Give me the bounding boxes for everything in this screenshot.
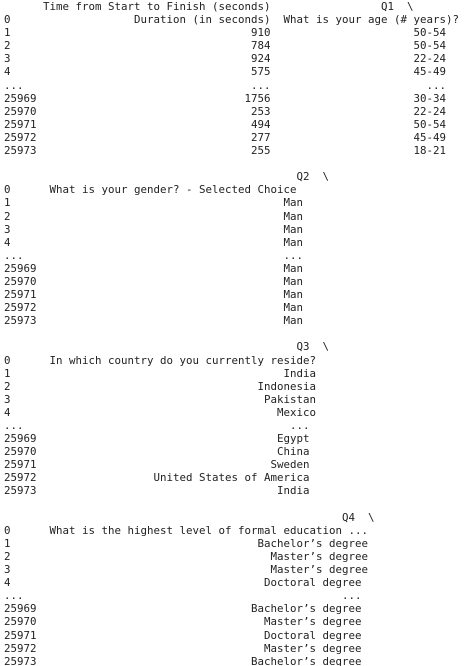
output-line: 25972 Man — [4, 301, 304, 315]
output-line: 4 Doctoral degree — [4, 576, 362, 590]
output-line: 2 Man — [4, 209, 304, 223]
column-block-q4: Q4 \ 0 What is the highest level of form… — [4, 511, 463, 666]
output-line: 25973 255 18-21 — [4, 144, 447, 158]
output-line: 25970 253 22-24 — [4, 104, 447, 118]
output-line: Time from Start to Finish (seconds) Q1 \ — [4, 0, 414, 13]
output-line: 2 Master’s degree — [4, 549, 369, 563]
output-line: 25970 Man — [4, 274, 304, 288]
output-line: 2 Indonesia — [4, 379, 317, 393]
output-line: 1 Bachelor’s degree — [4, 536, 369, 550]
output-line: 25969 Egypt — [4, 432, 310, 446]
output-line: 25971 Doctoral degree — [4, 628, 362, 642]
output-line: 3 924 22-24 — [4, 52, 447, 66]
output-line: ... ... ... — [4, 78, 447, 92]
output-line: Q4 \ — [4, 510, 375, 524]
output-line: ... ... — [4, 248, 304, 262]
output-line: 25971 Man — [4, 288, 304, 302]
output-line: 1 Man — [4, 196, 304, 210]
output-line: 2 784 50-54 — [4, 39, 447, 53]
output-line: 25973 Bachelor’s degree — [4, 654, 362, 666]
output-line: 1 India — [4, 366, 317, 380]
output-line: 25970 China — [4, 445, 310, 459]
output-line: 25973 Man — [4, 314, 304, 328]
cell-output: Time from Start to Finish (seconds) Q1 \… — [4, 0, 463, 666]
output-line: 25972 Master’s degree — [4, 641, 362, 655]
output-line: 0 What is the highest level of formal ed… — [4, 523, 369, 537]
column-block-time: Time from Start to Finish (seconds) Q1 \… — [4, 0, 463, 157]
output-line: 3 Pakistan — [4, 392, 317, 406]
output-line: 25970 Master’s degree — [4, 615, 362, 629]
column-block-q2: Q2 \ 0 What is your gender? - Selected C… — [4, 170, 463, 327]
output-line: 0 Duration (in seconds) What is your age… — [4, 13, 460, 27]
output-line: 25972 United States of America — [4, 471, 310, 485]
output-line: 25969 1756 30-34 — [4, 91, 447, 105]
output-line: 4 575 45-49 — [4, 65, 447, 79]
column-block-q3: Q3 \ 0 In which country do you currently… — [4, 340, 463, 497]
output-line: Q2 \ — [4, 170, 330, 184]
output-line: 1 910 50-54 — [4, 26, 447, 40]
output-line: ... ... — [4, 589, 362, 603]
output-line: ... ... — [4, 419, 310, 432]
output-line: 3 Master’s degree — [4, 563, 369, 577]
output-line: 0 What is your gender? - Selected Choice — [4, 183, 297, 197]
output-line: 4 Mexico — [4, 405, 317, 419]
output-line: 25973 India — [4, 484, 310, 498]
output-line: 25969 Bachelor’s degree — [4, 602, 362, 616]
output-line: 25971 Sweden — [4, 458, 310, 472]
output-line: Q3 \ — [4, 340, 330, 354]
output-line: 0 In which country do you currently resi… — [4, 353, 317, 367]
output-line: 25972 277 45-49 — [4, 130, 447, 144]
output-line: 4 Man — [4, 235, 304, 249]
output-line: 3 Man — [4, 222, 304, 236]
output-line: 25969 Man — [4, 261, 304, 275]
output-line: 25971 494 50-54 — [4, 117, 447, 131]
